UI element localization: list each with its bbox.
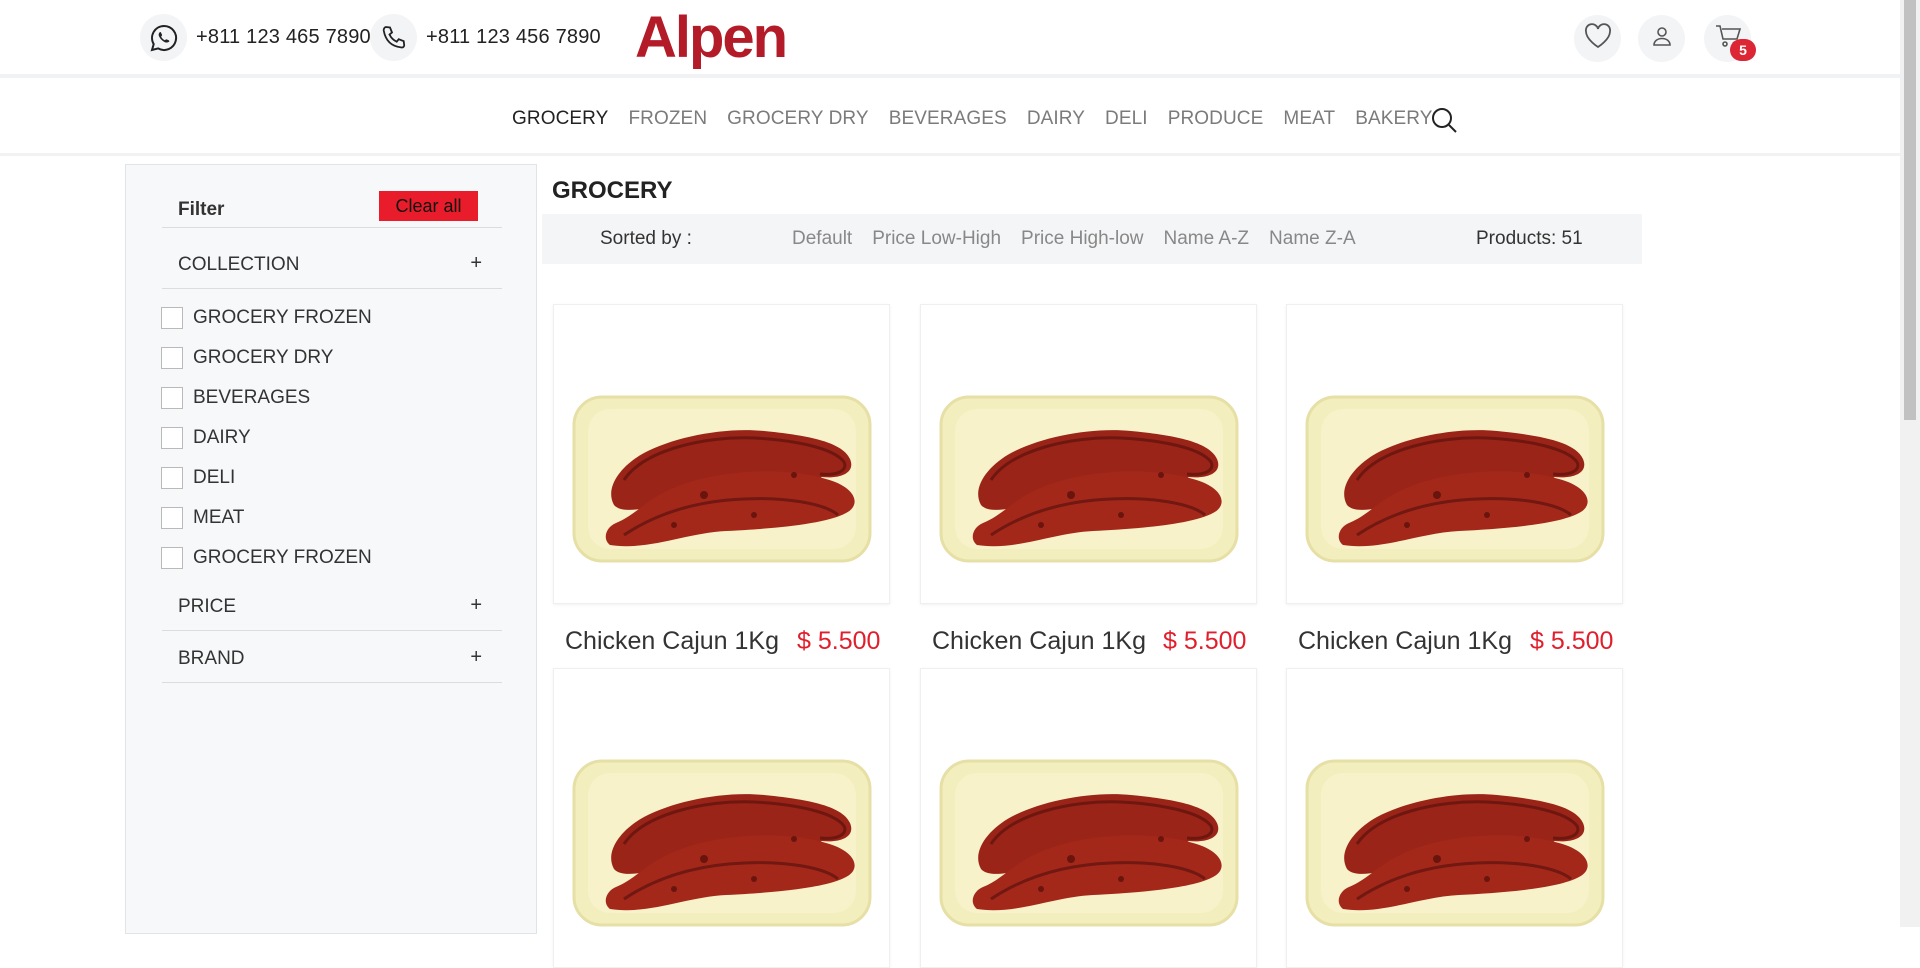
checkbox[interactable] [161, 467, 183, 489]
nav-item-bakery[interactable]: BAKERY [1355, 108, 1432, 130]
cart-count-badge: 5 [1730, 39, 1756, 61]
product-image [939, 395, 1239, 563]
option-label: GROCERY FROZEN [193, 547, 372, 568]
product-name[interactable]: Chicken Cajun 1Kg [565, 627, 779, 656]
option-label: GROCERY FROZEN [193, 307, 372, 328]
nav-item-beverages[interactable]: BEVERAGES [889, 108, 1007, 130]
checkbox[interactable] [161, 387, 183, 409]
brand-logo[interactable]: Alpen [635, 6, 788, 70]
nav-item-grocery[interactable]: GROCERY [512, 108, 608, 130]
option-label: DAIRY [193, 427, 251, 448]
product-image-card[interactable] [1286, 304, 1623, 604]
user-icon [1650, 24, 1674, 53]
filter-sidebar: Filter Clear all COLLECTION + GROCERY FR… [125, 164, 537, 934]
product-image [1305, 759, 1605, 927]
checkbox[interactable] [161, 427, 183, 449]
wishlist-button[interactable] [1574, 15, 1621, 62]
sort-name-a-z[interactable]: Name A-Z [1164, 228, 1250, 250]
price-section-toggle[interactable]: PRICE + [162, 581, 502, 631]
filter-title: Filter [178, 199, 225, 220]
clear-all-button[interactable]: Clear all [379, 191, 478, 221]
phone-icon [370, 14, 417, 61]
product-price: $ 5.500 [1163, 627, 1247, 655]
checkbox[interactable] [161, 347, 183, 369]
product-image [572, 759, 872, 927]
product-image [572, 395, 872, 563]
product-image [939, 759, 1239, 927]
option-label: DELI [193, 467, 236, 488]
nav-item-deli[interactable]: DELI [1105, 108, 1148, 130]
collection-option-grocery-frozen[interactable]: GROCERY FROZEN [161, 305, 372, 331]
collection-section-toggle[interactable]: COLLECTION + [162, 239, 502, 289]
nav-item-frozen[interactable]: FROZEN [628, 108, 707, 130]
plus-icon: + [470, 646, 482, 668]
phone-number: +811 123 456 7890 [426, 26, 601, 48]
collection-option-meat[interactable]: MEAT [161, 505, 244, 531]
sort-default[interactable]: Default [792, 228, 852, 250]
whatsapp-number: +811 123 465 7890 [196, 26, 371, 48]
checkbox[interactable] [161, 547, 183, 569]
product-price: $ 5.500 [797, 627, 881, 655]
product-name[interactable]: Chicken Cajun 1Kg [1298, 627, 1512, 656]
product-image-card[interactable] [1286, 668, 1623, 968]
collection-option-grocery-dry[interactable]: GROCERY DRY [161, 345, 333, 371]
brand-label: BRAND [178, 648, 245, 669]
collection-option-grocery-frozen-2[interactable]: GROCERY FROZEN [161, 545, 372, 571]
search-icon[interactable] [1430, 106, 1458, 139]
checkbox[interactable] [161, 307, 183, 329]
sort-name-z-a[interactable]: Name Z-A [1269, 228, 1356, 250]
cart-button[interactable]: 5 [1704, 15, 1756, 62]
product-image-card[interactable] [920, 304, 1257, 604]
top-header: +811 123 465 7890 +811 123 456 7890 Alpe… [0, 0, 1900, 78]
product-name[interactable]: Chicken Cajun 1Kg [932, 627, 1146, 656]
collection-option-dairy[interactable]: DAIRY [161, 425, 251, 451]
page-scrollbar[interactable] [1900, 0, 1920, 927]
scrollbar-thumb[interactable] [1904, 0, 1916, 420]
whatsapp-contact[interactable]: +811 123 465 7890 [140, 14, 371, 61]
collection-option-deli[interactable]: DELI [161, 465, 235, 491]
option-label: MEAT [193, 507, 245, 528]
brand-section-toggle[interactable]: BRAND + [162, 633, 502, 683]
product-price: $ 5.500 [1530, 627, 1614, 655]
filter-header: Filter Clear all [162, 191, 502, 228]
plus-icon: + [470, 252, 482, 274]
phone-contact[interactable]: +811 123 456 7890 [370, 14, 601, 61]
sort-price-low-high[interactable]: Price Low-High [872, 228, 1001, 250]
sort-price-high-low[interactable]: Price High-low [1021, 228, 1143, 250]
whatsapp-icon [140, 14, 187, 61]
nav-item-grocery-dry[interactable]: GROCERY DRY [727, 108, 869, 130]
option-label: BEVERAGES [193, 387, 311, 408]
plus-icon: + [470, 594, 482, 616]
product-image-card[interactable] [553, 304, 890, 604]
checkbox[interactable] [161, 507, 183, 529]
sort-bar: Sorted by : Default Price Low-High Price… [542, 214, 1642, 264]
category-nav: GROCERY FROZEN GROCERY DRY BEVERAGES DAI… [0, 82, 1900, 156]
category-title: GROCERY [552, 177, 673, 204]
sorted-by-label: Sorted by : [600, 228, 692, 249]
product-image-card[interactable] [920, 668, 1257, 968]
heart-icon [1584, 23, 1612, 54]
account-button[interactable] [1638, 15, 1685, 62]
nav-item-dairy[interactable]: DAIRY [1027, 108, 1085, 130]
products-count: Products: 51 [1476, 228, 1583, 249]
collection-label: COLLECTION [178, 254, 300, 275]
product-image [1305, 395, 1605, 563]
option-label: GROCERY DRY [193, 347, 334, 368]
nav-item-produce[interactable]: PRODUCE [1168, 108, 1264, 130]
collection-option-beverages[interactable]: BEVERAGES [161, 385, 310, 411]
price-label: PRICE [178, 596, 237, 617]
product-image-card[interactable] [553, 668, 890, 968]
nav-item-meat[interactable]: MEAT [1283, 108, 1335, 130]
